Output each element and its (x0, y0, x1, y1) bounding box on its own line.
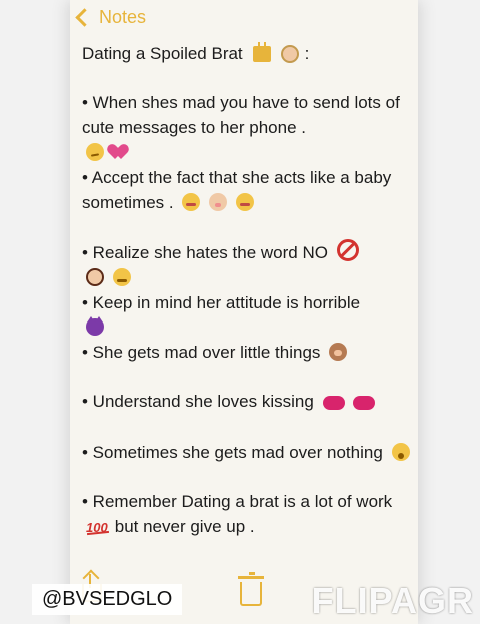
note-item: • She gets mad over little things (82, 340, 412, 365)
note-title: Dating a Spoiled Brat (82, 44, 243, 63)
watermark: FLIPAGR (311, 580, 474, 621)
note-item: • Remember Dating a brat is a lot of wor… (82, 489, 412, 540)
note-item: • Understand she loves kissing (82, 389, 412, 414)
blush-icon (182, 193, 201, 211)
princess-icon (280, 44, 299, 63)
chevron-left-icon (75, 7, 94, 27)
note-item: • Sometimes she gets mad over nothing (82, 440, 412, 465)
note-item-text: • When shes mad you have to send lots of… (82, 93, 400, 137)
note-item-text: • She gets mad over little things (82, 343, 321, 362)
back-label: Notes (99, 6, 147, 27)
devil-icon (86, 316, 104, 336)
note-item-text: but never give up . (114, 517, 255, 536)
crown-icon (252, 41, 271, 62)
lips-icon (353, 396, 376, 410)
note-item-text: • Keep in mind her attitude is horrible (82, 293, 361, 312)
no-entry-icon (336, 239, 359, 261)
trash-icon[interactable] (238, 572, 264, 606)
baby-icon (209, 193, 228, 211)
note-item: • When shes mad you have to send lots of… (82, 90, 412, 165)
note-item-text: • Remember Dating a brat is a lot of wor… (82, 492, 393, 511)
notes-back-button[interactable]: Notes (75, 4, 147, 30)
lips-icon (322, 396, 345, 410)
heart-icon (111, 145, 129, 161)
hundred-icon (86, 515, 110, 540)
monkey-icon (329, 343, 348, 361)
note-title-line: Dating a Spoiled Brat : (82, 41, 412, 66)
weary-face-icon (391, 443, 410, 461)
steam-face-icon (112, 268, 131, 286)
note-item-text: • Understand she loves kissing (82, 392, 314, 411)
note-item: • Realize she hates the word NO (82, 239, 412, 290)
note-item-text: • Realize she hates the word NO (82, 243, 328, 262)
smirk-icon (86, 143, 104, 161)
note-content[interactable]: Dating a Spoiled Brat : • When shes mad … (82, 38, 412, 540)
note-title-suffix: : (304, 44, 310, 63)
note-item: • Keep in mind her attitude is horrible (82, 290, 412, 340)
note-item: • Accept the fact that she acts like a b… (82, 165, 412, 215)
note-item-text: • Sometimes she gets mad over nothing (82, 443, 383, 462)
blush-icon (235, 193, 254, 211)
username-overlay: @BVSEDGLO (32, 584, 183, 615)
girl-icon (86, 268, 104, 286)
